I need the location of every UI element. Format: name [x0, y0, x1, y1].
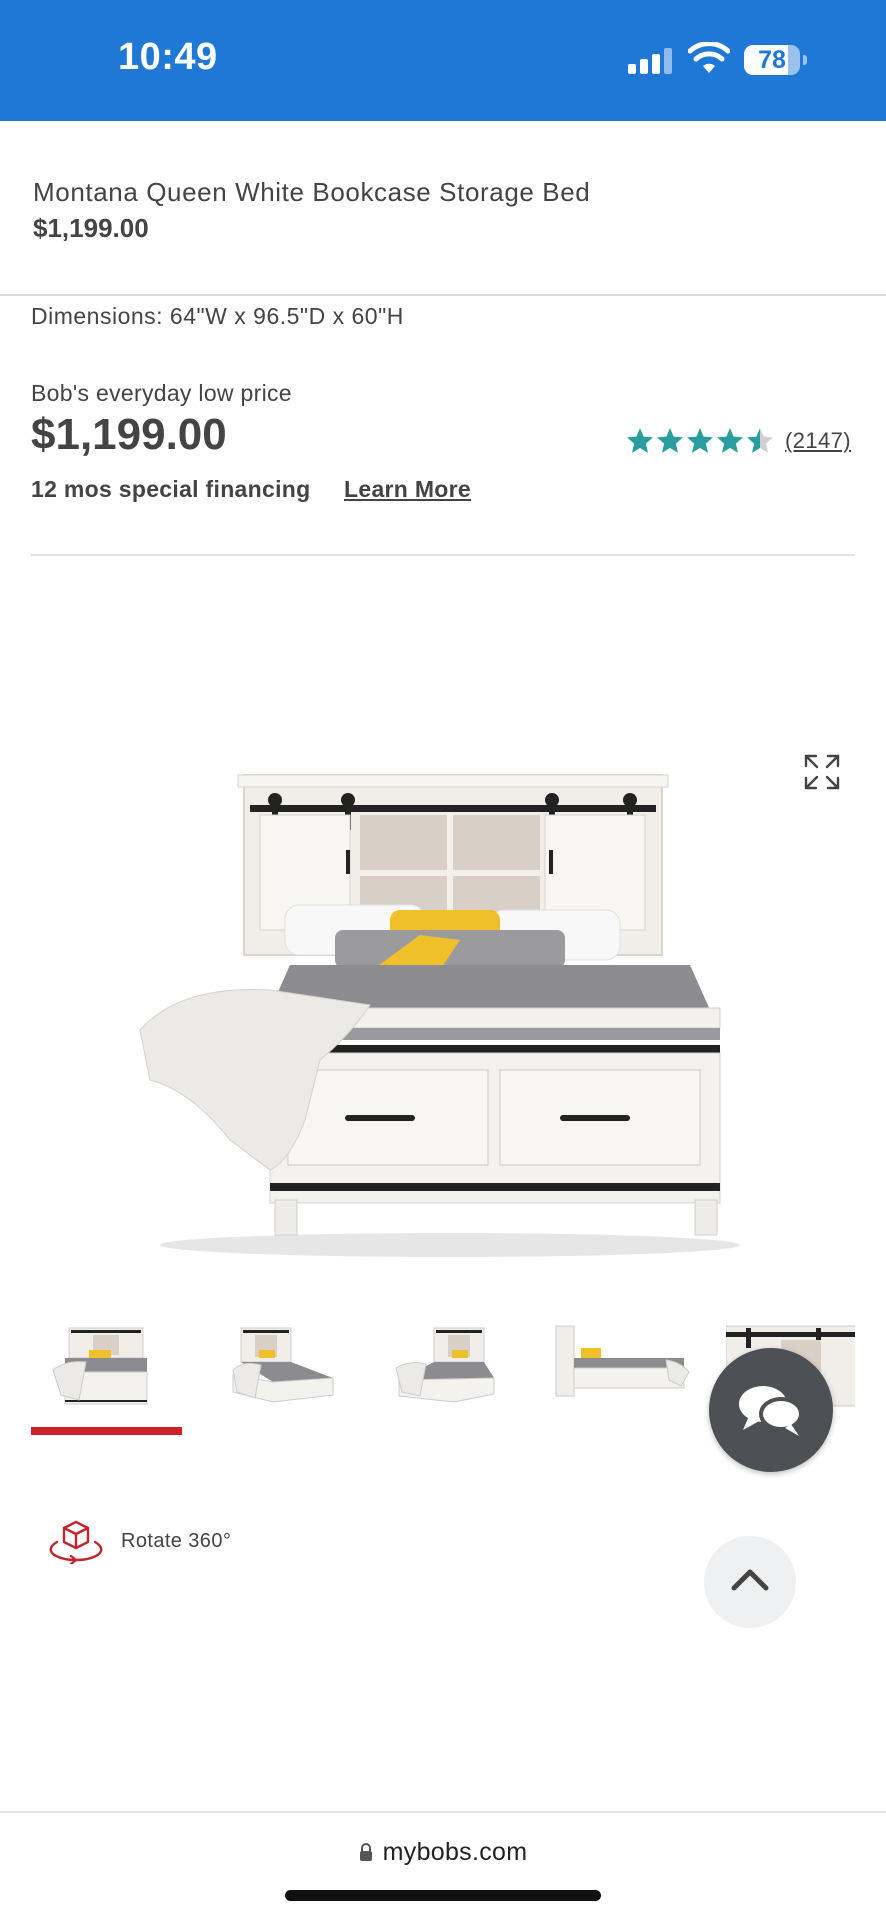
- chevron-up-icon: [731, 1569, 769, 1591]
- main-product-image[interactable]: [120, 760, 770, 1260]
- sticky-product-header: Montana Queen White Bookcase Storage Bed…: [0, 121, 886, 296]
- learn-more-link[interactable]: Learn More: [344, 476, 471, 503]
- lock-icon: [359, 1843, 372, 1861]
- rotate-360-icon: [49, 1520, 103, 1564]
- star-icon: [657, 428, 683, 453]
- rotate-360-label: Rotate 360°: [121, 1529, 232, 1552]
- scroll-to-top-button[interactable]: [704, 1536, 796, 1628]
- chat-icon: [739, 1386, 803, 1436]
- wifi-icon: [688, 42, 730, 73]
- star-icon: [627, 428, 653, 453]
- thumbnail-angle-left[interactable]: [203, 1320, 353, 1420]
- review-count-link[interactable]: (2147): [785, 428, 851, 454]
- thumbnail-selected-indicator: [31, 1427, 182, 1435]
- star-icon: [687, 428, 713, 453]
- star-icon: [717, 428, 743, 453]
- url-text: mybobs.com: [382, 1837, 528, 1866]
- section-divider: [31, 554, 855, 556]
- product-price: $1,199.00: [31, 410, 227, 459]
- star-icon: [747, 428, 773, 453]
- sticky-product-title: Montana Queen White Bookcase Storage Bed: [33, 177, 591, 207]
- thumbnail-angle-right[interactable]: [374, 1320, 524, 1420]
- browser-url-bar[interactable]: mybobs.com: [0, 1832, 886, 1872]
- battery-icon: 78: [744, 45, 800, 75]
- financing-text: 12 mos special financing: [31, 476, 311, 502]
- battery-percentage: 78: [758, 46, 786, 74]
- status-bar: 10:49 78: [0, 0, 886, 121]
- thumbnail-front[interactable]: [31, 1320, 181, 1420]
- chat-button[interactable]: [709, 1348, 833, 1472]
- sticky-product-price: $1,199.00: [33, 213, 149, 243]
- expand-icon[interactable]: [802, 752, 842, 792]
- browser-divider: [0, 1811, 886, 1813]
- price-label: Bob's everyday low price: [31, 380, 292, 406]
- signal-icon: [628, 48, 674, 74]
- home-indicator: [285, 1890, 601, 1901]
- battery-nub: [803, 55, 807, 65]
- product-rating[interactable]: (2147): [625, 424, 851, 458]
- rotate-360-button[interactable]: Rotate 360°: [45, 1518, 231, 1564]
- product-dimensions: Dimensions: 64"W x 96.5"D x 60"H: [31, 303, 404, 329]
- rating-stars: [625, 426, 775, 456]
- thumbnail-side[interactable]: [551, 1320, 701, 1420]
- status-time: 10:49: [118, 36, 218, 78]
